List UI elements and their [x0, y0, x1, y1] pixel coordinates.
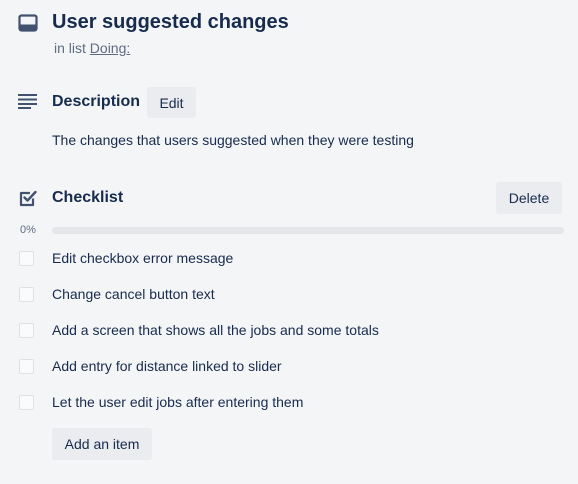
checklist-item[interactable]: Edit checkbox error message	[0, 240, 578, 276]
checklist-item[interactable]: Change cancel button text	[0, 276, 578, 312]
checklist-heading: Checklist	[52, 189, 124, 206]
checklist-progress-percent: 0%	[20, 224, 36, 236]
checklist-item-checkbox[interactable]	[19, 287, 34, 302]
card-title: User suggested changes	[52, 11, 289, 33]
checklist-item-label[interactable]: Add a screen that shows all the jobs and…	[52, 321, 379, 339]
checklist-item-checkbox[interactable]	[19, 323, 34, 338]
edit-description-button[interactable]: Edit	[147, 87, 196, 118]
checklist-item-label[interactable]: Change cancel button text	[52, 285, 215, 303]
checklist-item-checkbox[interactable]	[19, 395, 34, 410]
checklist-item-checkbox[interactable]	[19, 251, 34, 266]
description-heading: Description	[52, 93, 141, 110]
delete-checklist-button[interactable]: Delete	[496, 182, 562, 214]
in-list-text: in list Doing:	[54, 39, 130, 57]
checklist-item-label[interactable]: Add entry for distance linked to slider	[52, 357, 282, 375]
in-list-prefix: in list	[54, 40, 86, 56]
checklist-item-label[interactable]: Let the user edit jobs after entering th…	[52, 393, 303, 411]
checklist-progress-bar	[52, 227, 564, 234]
card-detail-panel: User suggested changes in list Doing: De…	[0, 0, 578, 484]
checklist-item[interactable]: Add entry for distance linked to slider	[0, 348, 578, 384]
checklist-item-label[interactable]: Edit checkbox error message	[52, 249, 233, 267]
checklist-items: Edit checkbox error message Change cance…	[0, 240, 578, 420]
checklist-item[interactable]: Add a screen that shows all the jobs and…	[0, 312, 578, 348]
checklist-item[interactable]: Let the user edit jobs after entering th…	[0, 384, 578, 420]
list-link[interactable]: Doing:	[90, 40, 130, 56]
description-lines-icon	[18, 94, 37, 109]
card-icon	[18, 14, 38, 32]
checkbox-check-icon	[19, 190, 37, 207]
checklist-item-checkbox[interactable]	[19, 359, 34, 374]
add-item-button[interactable]: Add an item	[52, 428, 152, 460]
description-text[interactable]: The changes that users suggested when th…	[52, 131, 414, 149]
